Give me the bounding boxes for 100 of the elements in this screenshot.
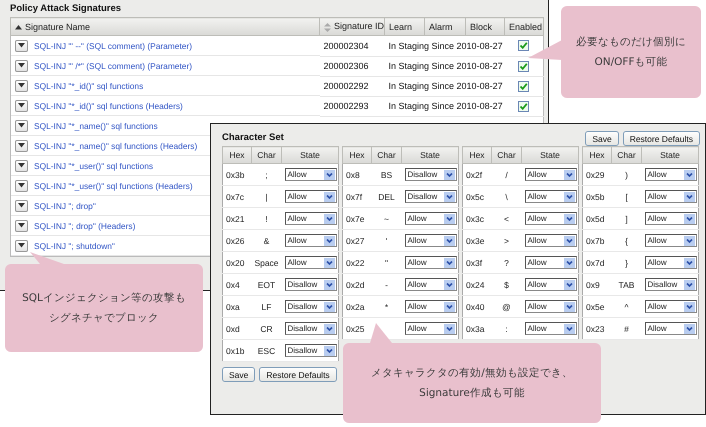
hex-code: 0x2a	[346, 302, 364, 312]
row-menu-button[interactable]	[15, 40, 28, 52]
state-dropdown[interactable]: Allow	[644, 190, 696, 203]
hex-code: 0x3f	[466, 258, 482, 268]
signature-link[interactable]: SQL-INJ "*_id()" sql functions (Headers)	[34, 100, 183, 110]
signature-link[interactable]: SQL-INJ "; drop" (Headers)	[34, 220, 136, 230]
caret-icon	[18, 83, 25, 88]
dropdown-arrow-icon	[324, 192, 334, 202]
state-dropdown[interactable]: Allow	[644, 256, 696, 269]
state-dropdown[interactable]: Allow	[524, 190, 576, 203]
panel-title: Policy Attack Signatures	[10, 3, 122, 16]
state-dropdown[interactable]: Allow	[644, 212, 696, 225]
save-button[interactable]: Save	[222, 367, 256, 382]
row-menu-button[interactable]	[15, 200, 28, 212]
state-dropdown[interactable]: Allow	[284, 190, 336, 203]
state-dropdown[interactable]: Allow	[524, 234, 576, 247]
column-header: Char	[492, 146, 522, 164]
state-dropdown[interactable]: Allow	[644, 300, 696, 313]
dropdown-arrow-icon	[564, 280, 574, 290]
state-dropdown[interactable]: Disallow	[284, 300, 336, 313]
signature-link[interactable]: SQL-INJ "; drop"	[34, 200, 96, 210]
column-header[interactable]: Signature Name	[10, 18, 320, 36]
state-dropdown[interactable]: Allow	[284, 212, 336, 225]
state-dropdown[interactable]: Allow	[524, 212, 576, 225]
row-menu-button[interactable]	[15, 160, 28, 172]
dropdown-arrow-icon	[324, 302, 334, 312]
signature-link[interactable]: SQL-INJ "*_name()" sql functions (Headers)	[34, 140, 198, 150]
state-dropdown[interactable]: Allow	[644, 234, 696, 247]
state-dropdown[interactable]: Allow	[404, 256, 456, 269]
restore-defaults-button[interactable]: Restore Defaults	[622, 131, 700, 146]
row-menu-button[interactable]	[15, 240, 28, 252]
row-menu-button[interactable]	[15, 140, 28, 152]
row-menu-button[interactable]	[15, 180, 28, 192]
learn-status: In Staging Since 2010-08-27	[388, 40, 503, 51]
state-dropdown[interactable]: Allow	[524, 256, 576, 269]
hex-code: 0x9	[586, 280, 600, 290]
hex-code: 0x40	[466, 302, 484, 312]
character: #	[624, 324, 629, 334]
hex-code: 0xd	[226, 324, 240, 334]
save-button[interactable]: Save	[585, 131, 619, 146]
state-dropdown[interactable]: Allow	[524, 168, 576, 181]
hex-code: 0x5d	[586, 214, 604, 224]
enabled-checkbox[interactable]	[518, 100, 530, 112]
character: :	[505, 324, 508, 334]
state-dropdown[interactable]: Allow	[644, 168, 696, 181]
state-dropdown[interactable]: Disallow	[284, 278, 336, 291]
column-header: Hex	[342, 146, 372, 164]
dropdown-arrow-icon	[564, 214, 574, 224]
signature-link[interactable]: SQL-INJ "*_name()" sql functions	[34, 120, 158, 130]
column-header[interactable]: Enabled	[504, 18, 544, 36]
state-dropdown[interactable]: Disallow	[404, 168, 456, 181]
column-header[interactable]: Learn	[384, 18, 424, 36]
state-dropdown[interactable]: Allow	[404, 278, 456, 291]
column-header[interactable]: Alarm	[424, 18, 466, 36]
row-menu-button[interactable]	[15, 80, 28, 92]
character: -	[385, 280, 388, 290]
restore-defaults-button[interactable]: Restore Defaults	[259, 367, 337, 382]
caret-icon	[18, 203, 25, 208]
column-header[interactable]: Signature ID	[320, 18, 384, 36]
state-dropdown[interactable]: Allow	[644, 322, 696, 335]
signature-link[interactable]: SQL-INJ "*_user()" sql functions (Headers)	[34, 180, 193, 190]
state-dropdown[interactable]: Allow	[284, 256, 336, 269]
signature-link[interactable]: SQL-INJ "' --" (SQL comment) (Parameter)	[34, 40, 192, 50]
hex-code: 0x2d	[346, 280, 364, 290]
learn-status: In Staging Since 2010-08-27	[388, 81, 503, 91]
dropdown-arrow-icon	[684, 302, 694, 312]
state-dropdown[interactable]: Allow	[404, 300, 456, 313]
signature-link[interactable]: SQL-INJ "; shutdown"	[34, 240, 115, 250]
state-dropdown[interactable]: Disallow	[284, 322, 336, 335]
character: ;	[265, 170, 268, 180]
enabled-checkbox[interactable]	[518, 80, 530, 92]
state-dropdown[interactable]: Disallow	[284, 344, 336, 357]
character: '	[386, 236, 388, 246]
state-dropdown[interactable]: Allow	[404, 212, 456, 225]
hex-code: 0x3b	[226, 170, 244, 180]
row-menu-button[interactable]	[15, 220, 28, 232]
hex-code: 0x7e	[346, 214, 364, 224]
dropdown-arrow-icon	[684, 236, 694, 246]
enabled-checkbox[interactable]	[518, 40, 530, 52]
state-dropdown[interactable]: Allow	[284, 168, 336, 181]
dropdown-arrow-icon	[684, 258, 694, 268]
state-dropdown[interactable]: Disallow	[644, 278, 696, 291]
hex-code: 0x1b	[226, 346, 244, 356]
enabled-checkbox[interactable]	[518, 60, 530, 72]
row-menu-button[interactable]	[15, 120, 28, 132]
signature-link[interactable]: SQL-INJ "*_user()" sql functions	[34, 160, 154, 170]
state-dropdown[interactable]: Allow	[524, 300, 576, 313]
state-dropdown[interactable]: Allow	[404, 234, 456, 247]
row-menu-button[interactable]	[15, 100, 28, 112]
state-dropdown[interactable]: Disallow	[404, 190, 456, 203]
column-header[interactable]: Block	[466, 18, 504, 36]
state-dropdown[interactable]: Allow	[524, 322, 576, 335]
signature-link[interactable]: SQL-INJ "' /*" (SQL comment) (Parameter)	[34, 60, 192, 70]
state-dropdown[interactable]: Allow	[404, 322, 456, 335]
character: CR	[260, 324, 273, 334]
state-dropdown[interactable]: Allow	[524, 278, 576, 291]
column-header: Char	[252, 146, 282, 164]
signature-link[interactable]: SQL-INJ "*_id()" sql functions	[34, 80, 144, 90]
row-menu-button[interactable]	[15, 60, 28, 72]
state-dropdown[interactable]: Allow	[284, 234, 336, 247]
